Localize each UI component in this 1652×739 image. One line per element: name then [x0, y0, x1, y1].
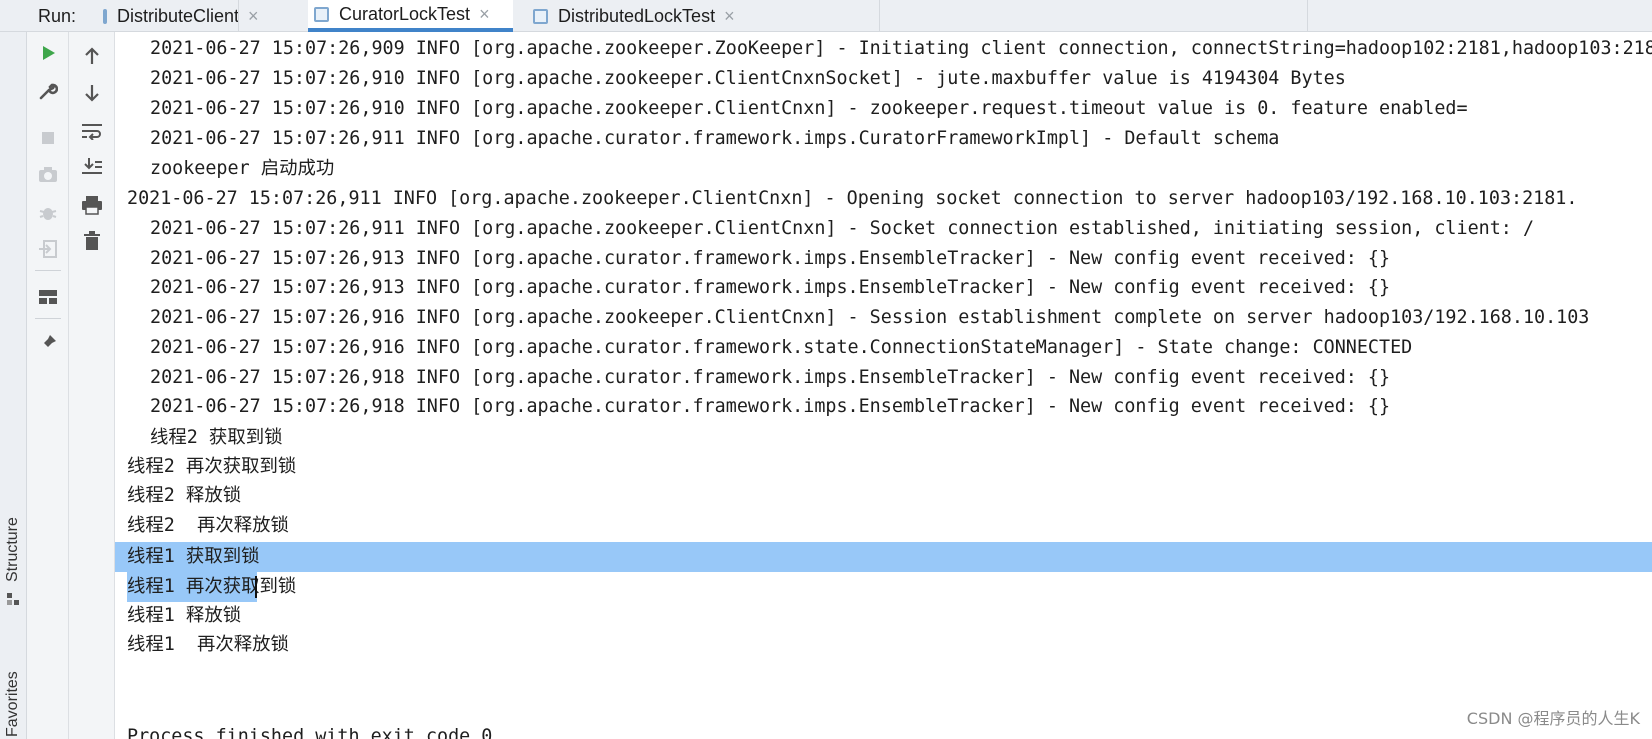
run-label: Run:: [38, 6, 77, 26]
scroll-end-icon[interactable]: [79, 154, 105, 180]
console-line: 2021-06-27 15:07:26,916 INFO [org.apache…: [150, 307, 1590, 328]
tab-label: CuratorLockTest: [339, 3, 471, 24]
run-icon[interactable]: [35, 40, 61, 66]
console-line: 线程2 再次释放锁: [127, 515, 289, 536]
arrow-down-icon[interactable]: [79, 80, 105, 106]
console-line: 线程2 再次获取到锁: [127, 456, 297, 477]
layout-icon[interactable]: [35, 284, 61, 310]
console-line: 线程2 释放锁: [127, 485, 242, 506]
console-line: 线程2 获取到锁: [150, 427, 283, 448]
close-icon[interactable]: ×: [724, 7, 735, 25]
arrow-up-icon[interactable]: [79, 43, 105, 69]
soft-wrap-icon[interactable]: [79, 118, 105, 144]
tab-divider: [1307, 0, 1308, 32]
console-line: 2021-06-27 15:07:26,911 INFO [org.apache…: [150, 128, 1280, 149]
console-line: 2021-06-27 15:07:26,910 INFO [org.apache…: [150, 68, 1346, 89]
close-icon[interactable]: ×: [479, 5, 490, 23]
favorites-tab[interactable]: Favorites: [4, 671, 22, 737]
structure-tab[interactable]: Structure: [4, 517, 22, 582]
pin-icon[interactable]: [35, 330, 61, 356]
structure-icon: [7, 593, 19, 605]
trash-icon[interactable]: [79, 228, 105, 254]
tab-label: DistributedLockTest: [558, 5, 716, 26]
tab-distribute-client[interactable]: DistributeClient ×: [97, 0, 259, 32]
tab-distributed-lock-test[interactable]: DistributedLockTest ×: [527, 0, 767, 32]
run-config-icon: [103, 8, 107, 24]
console-line-selected: 线程1 获取到锁: [115, 542, 1652, 572]
print-icon[interactable]: [79, 192, 105, 218]
login-icon[interactable]: [35, 236, 61, 262]
toolbar-divider: [35, 270, 61, 271]
console-line: 2021-06-27 15:07:26,911 INFO [org.apache…: [150, 218, 1535, 239]
run-toolbar-primary: [27, 32, 69, 739]
run-tool-window-header: Run: DistributeClient × CuratorLockTest …: [0, 0, 1652, 32]
tab-label: DistributeClient: [117, 5, 240, 26]
console-line: 线程1 释放锁: [127, 605, 242, 626]
console-line: 线程1 再次释放锁: [127, 634, 289, 655]
console-line: 2021-06-27 15:07:26,918 INFO [org.apache…: [150, 367, 1391, 388]
console-line: 2021-06-27 15:07:26,911 INFO [org.apache…: [127, 188, 1578, 209]
console-line: 线程1 再次获取到锁: [115, 572, 1652, 602]
toolbar-divider: [35, 318, 61, 319]
stop-icon[interactable]: [35, 125, 61, 151]
console-line: 2021-06-27 15:07:26,910 INFO [org.apache…: [150, 98, 1468, 119]
tab-divider: [879, 0, 880, 32]
console-line: 2021-06-27 15:07:26,918 INFO [org.apache…: [150, 396, 1391, 417]
run-toolbar-secondary: [69, 32, 115, 739]
console-line: 2021-06-27 15:07:26,913 INFO [org.apache…: [150, 277, 1391, 298]
camera-icon[interactable]: [35, 162, 61, 188]
tab-curator-lock-test[interactable]: CuratorLockTest ×: [308, 0, 513, 32]
wrench-icon[interactable]: [35, 78, 61, 104]
watermark: CSDN @程序员的人生K: [1466, 709, 1640, 728]
console-line: zookeeper 启动成功: [150, 158, 335, 179]
close-icon[interactable]: ×: [248, 7, 259, 25]
console-line-exit: Process finished with exit code 0: [127, 726, 493, 739]
text-caret: [255, 576, 257, 598]
left-tool-strip: Structure Favorites: [0, 32, 27, 739]
tab-divider: [238, 0, 239, 32]
run-config-icon: [533, 8, 548, 24]
run-config-icon: [314, 6, 329, 22]
debug-icon[interactable]: [35, 200, 61, 226]
console-line: 2021-06-27 15:07:26,916 INFO [org.apache…: [150, 337, 1413, 358]
console-output[interactable]: 2021-06-27 15:07:26,909 INFO [org.apache…: [115, 32, 1652, 739]
console-line: 2021-06-27 15:07:26,913 INFO [org.apache…: [150, 248, 1391, 269]
console-line: 2021-06-27 15:07:26,909 INFO [org.apache…: [150, 38, 1652, 59]
